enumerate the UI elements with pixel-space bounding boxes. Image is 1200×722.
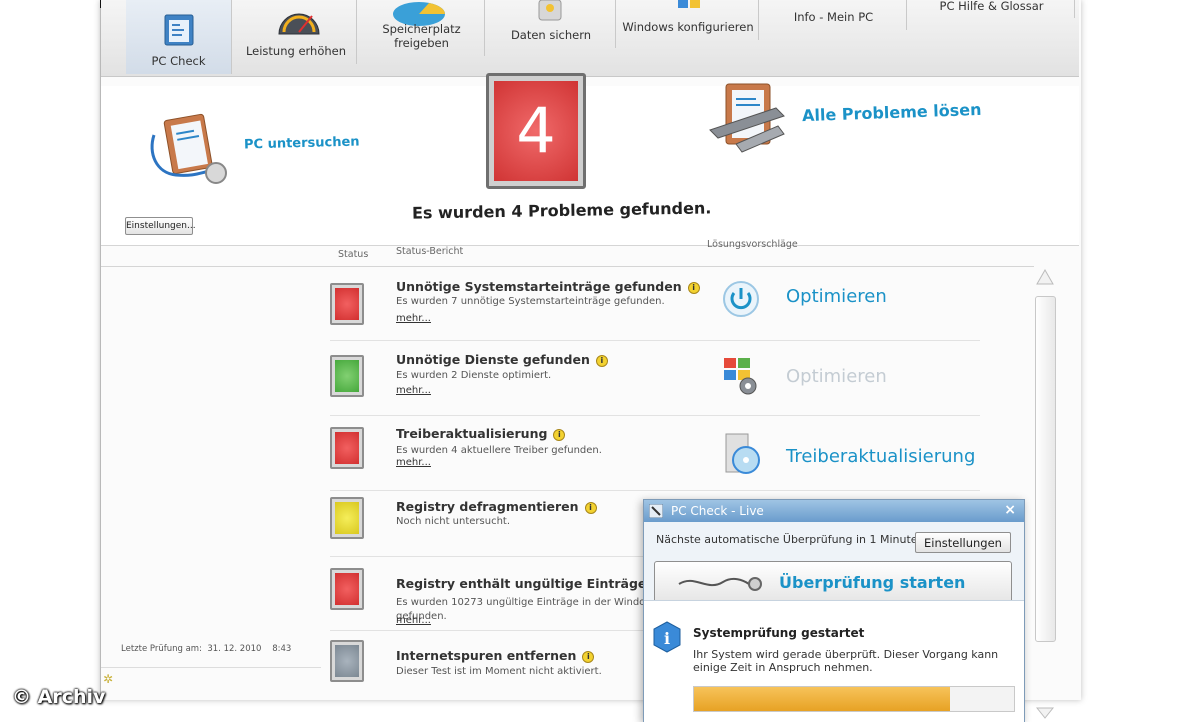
svg-text:i: i [664,629,670,648]
tab-label: Info - Mein PC [793,10,874,24]
backup-icon [538,0,562,21]
driver-update-button[interactable]: Treiberaktualisierung [786,446,975,467]
scroll-down-icon[interactable] [1034,706,1056,720]
clipboard-icon [164,14,194,46]
driver-cd-icon[interactable] [722,432,762,476]
stethoscope-icon [678,577,762,591]
resize-grip-icon[interactable]: ✲ [103,672,113,686]
info-icon: i [653,621,681,653]
col-report: Status-Bericht [396,246,464,257]
tab-label: PC Check [151,54,206,68]
windows-gear-icon [724,358,757,395]
pc-check-live-popup: PC Check - Live × Nächste automatische Ü… [643,499,1025,722]
close-icon[interactable]: × [1004,502,1016,518]
popup-status-panel: i Systemprüfung gestartet Ihr System wir… [644,600,1024,722]
popup-settings-button[interactable]: Einstellungen [915,532,1011,553]
tab-daten-sichern[interactable]: Daten sichern [487,0,616,48]
col-status: Status [338,249,369,260]
more-link[interactable]: mehr... [396,615,431,626]
popup-titlebar: PC Check - Live × [644,500,1024,522]
popup-title: PC Check - Live [671,504,764,518]
status-title: Systemprüfung gestartet [693,626,865,640]
more-link[interactable]: mehr... [396,457,431,468]
speedometer-icon [278,13,320,35]
optimize-startup-button[interactable]: Optimieren [786,286,887,307]
tab-speicherplatz[interactable]: Speicherplatz freigeben [359,0,485,56]
tab-label: Daten sichern [510,28,592,42]
start-check-label: Überprüfung starten [779,573,966,592]
scrollbar[interactable] [1034,266,1056,719]
divider [101,245,1079,246]
tab-hilfe[interactable]: PC Hilfe & Glossar [909,0,1075,18]
tab-label: PC Hilfe & Glossar [939,0,1044,13]
more-link[interactable]: mehr... [396,385,431,396]
tab-info[interactable]: Info - Mein PC [761,0,907,30]
status-text: Ihr System wird gerade überprüft. Dieser… [693,648,999,674]
more-link[interactable]: mehr... [396,313,431,324]
tab-windows[interactable]: Windows konfigurieren [618,0,759,40]
copyright-watermark: © Archiv [12,686,106,708]
tab-pc-check[interactable]: PC Check [126,0,232,74]
scroll-up-icon[interactable] [1034,266,1056,288]
divider [101,266,1034,267]
divider [101,667,321,668]
next-check-text: Nächste automatische Überprüfung in 1 Mi… [656,533,922,546]
tab-leistung[interactable]: Leistung erhöhen [236,0,357,64]
tab-label: Windows konfigurieren [622,20,754,34]
col-solutions: Lösungsvorschläge [707,239,798,250]
optimize-services-button: Optimieren [786,366,887,387]
windows-icon [678,0,700,8]
tools-clipboard-icon[interactable] [706,80,792,160]
progress-fill [694,687,950,711]
progress-bar [693,686,1015,712]
problem-counter: 4 [486,73,586,189]
stethoscope-icon [649,504,663,518]
stethoscope-clipboard-icon[interactable] [146,113,236,189]
tab-label: Leistung erhöhen [245,44,347,58]
scan-pc-link[interactable]: PC untersuchen [244,134,360,152]
scroll-thumb[interactable] [1035,296,1056,642]
last-check: Letzte Prüfung am: 31. 12. 2010 8:43 [121,644,292,654]
problem-count: 4 [494,81,578,181]
scan-settings-button[interactable]: Einstellungen... [125,217,196,235]
power-icon[interactable] [722,280,760,318]
tab-bar: PC Check Leistung erhöhen Speicherplatz … [101,0,1079,77]
tab-label: Speicherplatz freigeben [382,22,461,50]
